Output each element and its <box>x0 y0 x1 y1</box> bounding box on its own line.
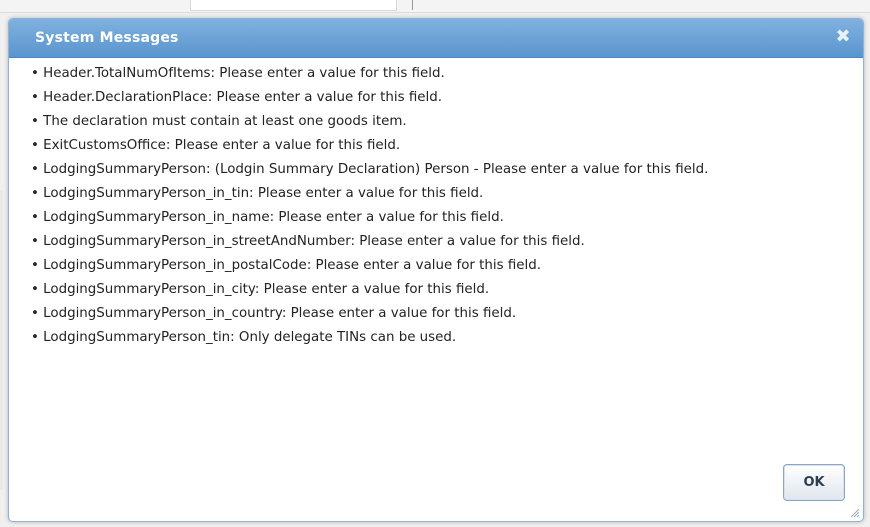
message-text: LodgingSummaryPerson: (Lodgin Summary De… <box>43 162 709 177</box>
background-tab <box>190 0 397 11</box>
message-text: LodgingSummaryPerson_in_postalCode: Plea… <box>43 258 541 273</box>
close-icon[interactable]: ✖ <box>833 27 853 47</box>
background-panel-edge <box>0 190 3 490</box>
message-text: LodgingSummaryPerson_in_country: Please … <box>43 306 517 321</box>
dialog-title: System Messages <box>35 30 179 46</box>
message-text: LodgingSummaryPerson_in_name: Please ent… <box>43 210 504 225</box>
resize-grip-icon[interactable] <box>848 506 860 518</box>
list-item: • The declaration must contain at least … <box>31 114 849 130</box>
bullet-icon: • <box>31 234 39 249</box>
list-item: • LodgingSummaryPerson_in_streetAndNumbe… <box>31 234 849 250</box>
list-item: • Header.DeclarationPlace: Please enter … <box>31 90 849 106</box>
bullet-icon: • <box>31 90 39 105</box>
list-item: • Header.TotalNumOfItems: Please enter a… <box>31 66 849 82</box>
list-item: • LodgingSummaryPerson: (Lodgin Summary … <box>31 162 849 178</box>
background-toolbar <box>0 0 870 13</box>
list-item: • LodgingSummaryPerson_in_name: Please e… <box>31 210 849 226</box>
message-text: Header.TotalNumOfItems: Please enter a v… <box>43 66 445 81</box>
message-list: • Header.TotalNumOfItems: Please enter a… <box>31 66 849 346</box>
list-item: • ExitCustomsOffice: Please enter a valu… <box>31 138 849 154</box>
bullet-icon: • <box>31 330 39 345</box>
message-text: The declaration must contain at least on… <box>43 114 407 129</box>
bullet-icon: • <box>31 114 39 129</box>
message-text: Header.DeclarationPlace: Please enter a … <box>43 90 443 105</box>
dialog-content: • Header.TotalNumOfItems: Please enter a… <box>31 66 849 354</box>
bullet-icon: • <box>31 210 39 225</box>
bullet-icon: • <box>31 138 39 153</box>
list-item: • LodgingSummaryPerson_in_country: Pleas… <box>31 306 849 322</box>
background-divider <box>412 0 413 10</box>
message-text: LodgingSummaryPerson_in_city: Please ent… <box>43 282 490 297</box>
list-item: • LodgingSummaryPerson_in_postalCode: Pl… <box>31 258 849 274</box>
dialog-titlebar[interactable]: System Messages ✖ <box>9 19 863 58</box>
bullet-icon: • <box>31 162 39 177</box>
bullet-icon: • <box>31 258 39 273</box>
list-item: • LodgingSummaryPerson_tin: Only delegat… <box>31 330 849 346</box>
message-text: LodgingSummaryPerson_tin: Only delegate … <box>43 330 457 345</box>
system-messages-dialog: System Messages ✖ • Header.TotalNumOfIte… <box>8 18 864 522</box>
bullet-icon: • <box>31 282 39 297</box>
list-item: • LodgingSummaryPerson_in_tin: Please en… <box>31 186 849 202</box>
bullet-icon: • <box>31 66 39 81</box>
message-text: LodgingSummaryPerson_in_tin: Please ente… <box>43 186 484 201</box>
message-text: LodgingSummaryPerson_in_streetAndNumber:… <box>43 234 585 249</box>
message-text: ExitCustomsOffice: Please enter a value … <box>43 138 401 153</box>
bullet-icon: • <box>31 306 39 321</box>
list-item: • LodgingSummaryPerson_in_city: Please e… <box>31 282 849 298</box>
bullet-icon: • <box>31 186 39 201</box>
ok-button[interactable]: OK <box>783 464 845 501</box>
